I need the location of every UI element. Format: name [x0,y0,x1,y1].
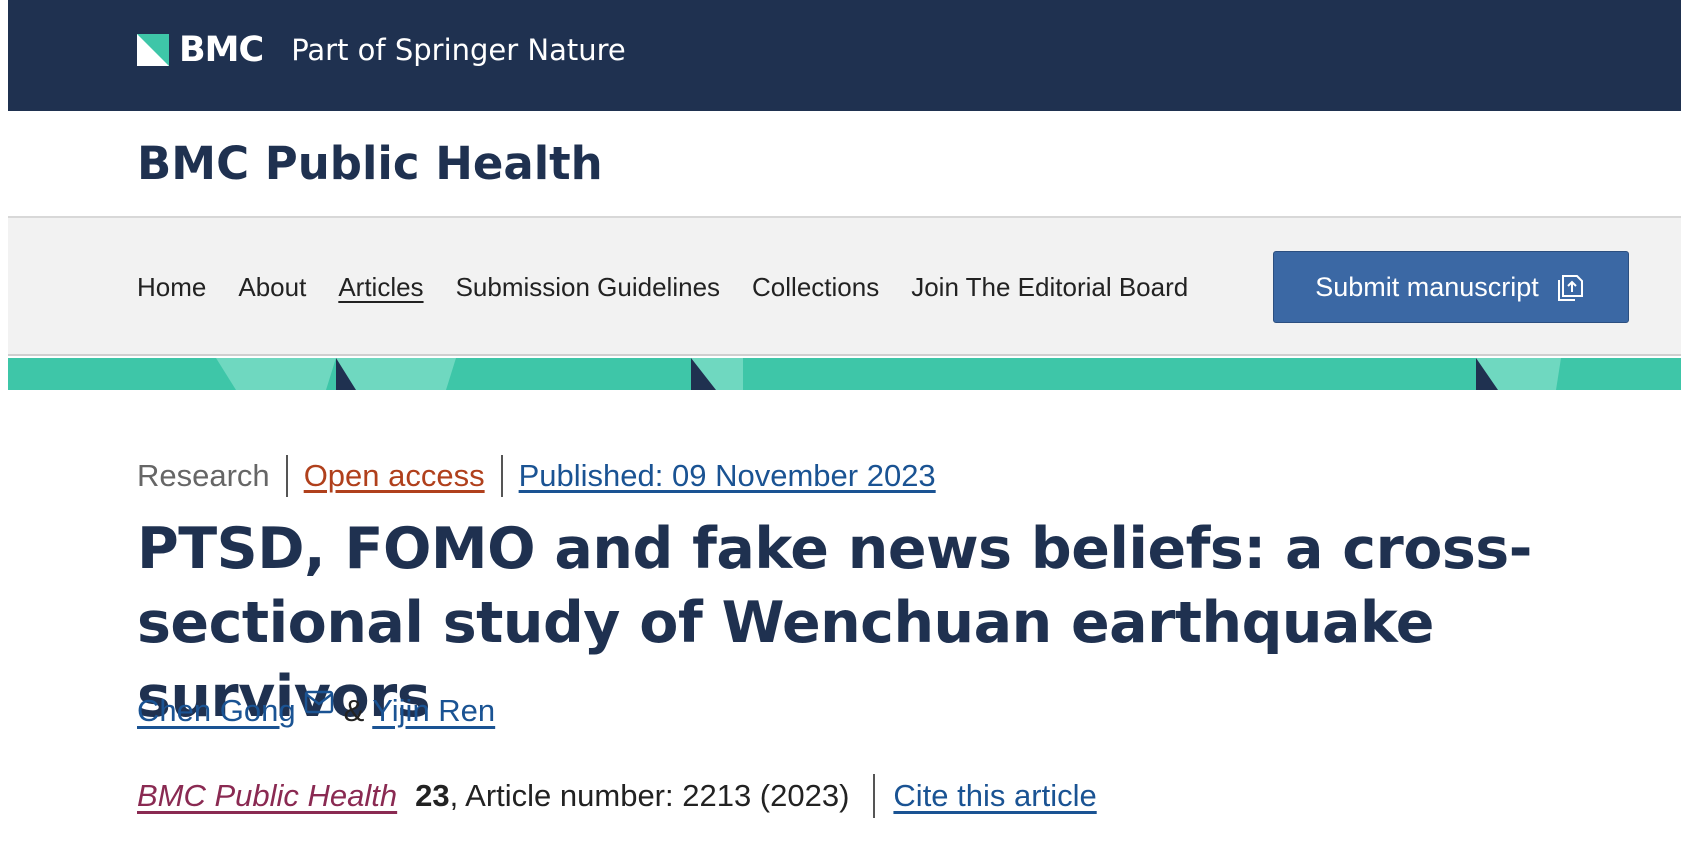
author-list: Chen Gong & Yijin Ren [137,690,495,729]
article-type: Research [137,458,270,493]
author-link[interactable]: Chen Gong [137,693,296,729]
submit-button-label: Submit manuscript [1315,271,1539,302]
publisher-brand[interactable]: BMC Part of Springer Nature [137,30,626,70]
citation-article-number: , Article number: 2213 (2023) [449,778,850,813]
published-date-link[interactable]: Published: 09 November 2023 [503,458,936,494]
cite-this-article-link[interactable]: Cite this article [893,778,1096,814]
article-meta: Research Open access Published: 09 Novem… [137,455,936,497]
upload-document-icon [1557,275,1583,301]
citation-line: BMC Public Health 23 , Article number: 2… [137,774,1097,818]
author-separator: & [343,693,365,728]
nav-item-submission-guidelines[interactable]: Submission Guidelines [456,272,720,303]
banner-pattern-graphic [216,358,1561,390]
nav-item-join-editorial-board[interactable]: Join The Editorial Board [911,272,1188,303]
bmc-logo-icon [137,34,169,66]
submit-manuscript-button[interactable]: Submit manuscript [1273,251,1629,323]
page-left-edge [0,0,8,847]
brand-subtitle: Part of Springer Nature [291,33,626,67]
journal-title[interactable]: BMC Public Health [137,137,603,190]
nav-item-articles[interactable]: Articles [338,272,423,303]
nav-item-home[interactable]: Home [137,272,206,303]
nav-links: Home About Articles Submission Guideline… [137,272,1188,303]
citation-divider [873,774,876,818]
mail-icon[interactable] [304,689,334,715]
citation-journal-link[interactable]: BMC Public Health [137,778,397,814]
citation-volume: 23 [415,778,450,813]
publisher-header: BMC Part of Springer Nature [8,0,1681,111]
nav-item-about[interactable]: About [238,272,306,303]
open-access-link[interactable]: Open access [288,458,501,494]
main-navigation: Home About Articles Submission Guideline… [8,218,1681,356]
journal-title-bar: BMC Public Health [8,111,1681,218]
brand-name: BMC [179,30,264,70]
nav-item-collections[interactable]: Collections [752,272,879,303]
decorative-banner [8,358,1681,390]
author-link[interactable]: Yijin Ren [372,693,495,729]
